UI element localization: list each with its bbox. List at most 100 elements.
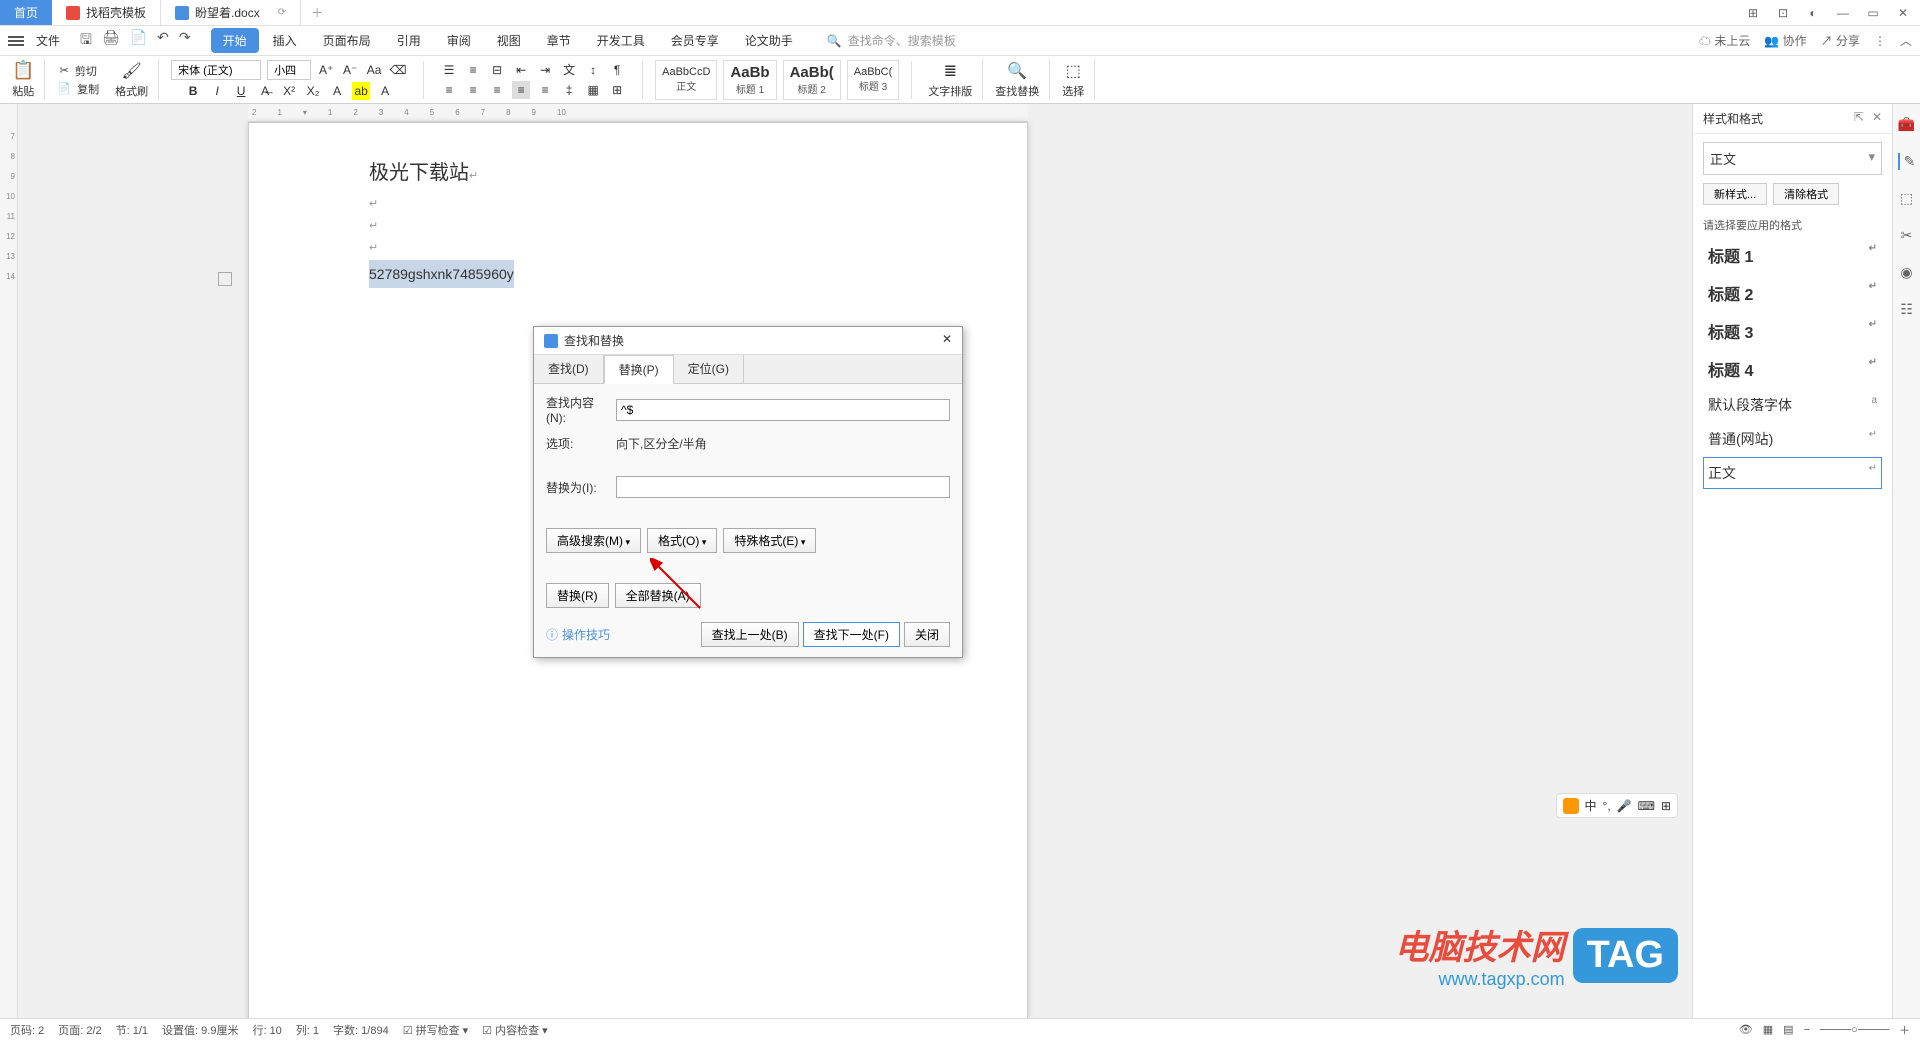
reading-layout-icon[interactable]: ⊞ bbox=[1744, 6, 1762, 20]
font-family-select[interactable] bbox=[171, 60, 261, 80]
shrink-font-icon[interactable]: A⁻ bbox=[341, 61, 359, 79]
status-doccheck[interactable]: ☑ 内容检查 ▾ bbox=[482, 1022, 548, 1038]
brush-icon[interactable]: 🖌 bbox=[121, 61, 141, 81]
status-words[interactable]: 字数: 1/894 bbox=[333, 1022, 389, 1038]
apps-icon[interactable]: ⊡ bbox=[1774, 6, 1792, 20]
change-case-icon[interactable]: Aa bbox=[365, 61, 383, 79]
style-item-h1[interactable]: 标题 1↵ bbox=[1703, 237, 1882, 273]
superscript-icon[interactable]: X² bbox=[280, 82, 298, 100]
minimize-button[interactable]: — bbox=[1834, 6, 1852, 20]
tab-chapter[interactable]: 章节 bbox=[535, 28, 583, 53]
hamburger-icon[interactable] bbox=[8, 36, 24, 46]
tab-find[interactable]: 查找(D) bbox=[534, 355, 604, 383]
line-spacing-icon[interactable]: ‡ bbox=[560, 81, 578, 99]
tab-layout[interactable]: 页面布局 bbox=[311, 28, 383, 53]
dialog-titlebar[interactable]: 查找和替换 ✕ bbox=[534, 327, 962, 355]
sort-icon[interactable]: ↕ bbox=[584, 61, 602, 79]
replace-all-button[interactable]: 全部替换(A) bbox=[615, 583, 701, 608]
clear-format-icon[interactable]: ⌫ bbox=[389, 61, 407, 79]
rail-shape-icon[interactable]: ◉ bbox=[1900, 264, 1912, 281]
new-style-button[interactable]: 新样式... bbox=[1703, 183, 1767, 205]
ime-toolbar[interactable]: 中 °, 🎤 ⌨ ⊞ bbox=[1556, 793, 1679, 818]
align-distribute-icon[interactable]: ≡ bbox=[536, 81, 554, 99]
border-char-icon[interactable]: A bbox=[376, 82, 394, 100]
style-h1[interactable]: AaBb标题 1 bbox=[723, 60, 776, 100]
dialog-close-icon[interactable]: ✕ bbox=[942, 332, 952, 349]
style-item-default[interactable]: 默认段落字体a bbox=[1703, 389, 1882, 421]
findreplace-group[interactable]: 🔍查找替换 bbox=[991, 59, 1050, 101]
multilevel-icon[interactable]: ⊟ bbox=[488, 61, 506, 79]
cloud-status[interactable]: ☁ 未上云 bbox=[1699, 32, 1750, 49]
highlight-icon[interactable]: ab bbox=[352, 82, 370, 100]
tab-home[interactable]: 首页 bbox=[0, 0, 52, 25]
align-justify-icon[interactable]: ≡ bbox=[512, 81, 530, 99]
subscript-icon[interactable]: X₂ bbox=[304, 82, 322, 100]
status-section[interactable]: 节: 1/1 bbox=[116, 1022, 148, 1038]
style-item-normal[interactable]: 正文↵ bbox=[1703, 457, 1882, 489]
bold-icon[interactable]: B bbox=[184, 82, 202, 100]
menu-more-icon[interactable]: ⋮ bbox=[1874, 34, 1886, 48]
rail-outline-icon[interactable]: ☷ bbox=[1900, 301, 1913, 318]
file-menu[interactable]: 文件 bbox=[28, 32, 68, 49]
tab-replace[interactable]: 替换(P) bbox=[604, 355, 674, 384]
tab-goto[interactable]: 定位(G) bbox=[674, 355, 744, 383]
bullets-icon[interactable]: ☰ bbox=[440, 61, 458, 79]
text-tools-icon[interactable]: 文 bbox=[560, 61, 578, 79]
zoom-slider[interactable]: ────○──── bbox=[1820, 1024, 1889, 1036]
collapse-ribbon-icon[interactable]: ︿ bbox=[1900, 32, 1912, 49]
rail-style-icon[interactable]: ✎ bbox=[1898, 153, 1916, 170]
tab-sync-icon[interactable]: ⟳ bbox=[278, 7, 286, 18]
grow-font-icon[interactable]: A⁺ bbox=[317, 61, 335, 79]
current-style[interactable]: 正文 ▾ bbox=[1703, 142, 1882, 175]
paste-icon[interactable]: 📋 bbox=[12, 60, 34, 81]
collab-button[interactable]: 👥 协作 bbox=[1764, 32, 1806, 49]
special-format-button[interactable]: 特殊格式(E) bbox=[723, 528, 816, 553]
textlayout-group[interactable]: ≣文字排版 bbox=[924, 59, 983, 101]
status-pageno[interactable]: 页码: 2 bbox=[10, 1022, 44, 1038]
tab-vip[interactable]: 会员专享 bbox=[659, 28, 731, 53]
indent-inc-icon[interactable]: ⇥ bbox=[536, 61, 554, 79]
align-center-icon[interactable]: ≡ bbox=[464, 81, 482, 99]
find-next-button[interactable]: 查找下一处(F) bbox=[803, 622, 900, 647]
status-page[interactable]: 页面: 2/2 bbox=[58, 1022, 101, 1038]
find-input[interactable] bbox=[616, 399, 950, 421]
page-margin-icon[interactable] bbox=[218, 272, 232, 286]
tab-dev[interactable]: 开发工具 bbox=[585, 28, 657, 53]
underline-icon[interactable]: U bbox=[232, 82, 250, 100]
show-marks-icon[interactable]: ¶ bbox=[608, 61, 626, 79]
advanced-search-button[interactable]: 高级搜索(M) bbox=[546, 528, 641, 553]
numbering-icon[interactable]: ≡ bbox=[464, 61, 482, 79]
view-read-icon[interactable]: 👁 bbox=[1739, 1023, 1753, 1036]
italic-icon[interactable]: I bbox=[208, 82, 226, 100]
style-item-h2[interactable]: 标题 2↵ bbox=[1703, 275, 1882, 311]
tab-start[interactable]: 开始 bbox=[211, 28, 259, 53]
tab-document[interactable]: 盼望着.docx ⟳ bbox=[161, 0, 301, 25]
rail-toolbox-icon[interactable]: 🧰 bbox=[1898, 116, 1915, 133]
align-left-icon[interactable]: ≡ bbox=[440, 81, 458, 99]
replace-button[interactable]: 替换(R) bbox=[546, 583, 609, 608]
ime-menu-icon[interactable]: ⊞ bbox=[1661, 799, 1671, 813]
view-page-icon[interactable]: ▦ bbox=[1763, 1023, 1773, 1036]
zoom-out-icon[interactable]: − bbox=[1804, 1024, 1810, 1036]
save-icon[interactable]: 🖫 bbox=[80, 29, 92, 53]
new-tab-button[interactable]: ＋ bbox=[301, 0, 333, 25]
share-button[interactable]: ↗ 分享 bbox=[1821, 32, 1860, 49]
style-normal[interactable]: AaBbCcD正文 bbox=[655, 60, 717, 100]
close-window-button[interactable]: ✕ bbox=[1894, 6, 1912, 20]
tips-link[interactable]: ⓘ操作技巧 bbox=[546, 626, 610, 643]
tab-insert[interactable]: 插入 bbox=[261, 28, 309, 53]
command-search[interactable]: 🔍 查找命令、搜索模板 bbox=[827, 32, 956, 49]
strike-icon[interactable]: A̶ bbox=[256, 82, 274, 100]
format-button[interactable]: 格式(O) bbox=[647, 528, 717, 553]
avatar-icon[interactable]: ◐ bbox=[1804, 6, 1822, 20]
cut-icon[interactable]: ✂ bbox=[60, 64, 69, 77]
redo-icon[interactable]: ↷ bbox=[179, 29, 191, 53]
ime-mic-icon[interactable]: 🎤 bbox=[1617, 799, 1632, 813]
view-web-icon[interactable]: ▤ bbox=[1783, 1023, 1793, 1036]
panel-close-icon[interactable]: ✕ bbox=[1872, 110, 1882, 127]
tab-review[interactable]: 审阅 bbox=[435, 28, 483, 53]
clear-format-button[interactable]: 清除格式 bbox=[1773, 183, 1839, 205]
tab-view[interactable]: 视图 bbox=[485, 28, 533, 53]
panel-pin-icon[interactable]: ⇱ bbox=[1854, 110, 1864, 127]
maximize-button[interactable]: ▭ bbox=[1864, 6, 1882, 20]
